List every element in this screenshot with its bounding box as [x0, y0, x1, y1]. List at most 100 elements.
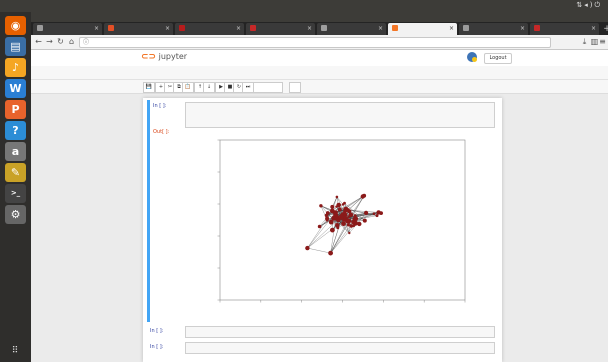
terminal-icon[interactable]: >_ [5, 184, 26, 203]
jupyter-header: ⊂⊃ jupyter Logout [31, 50, 608, 66]
favicon-icon [392, 25, 398, 31]
graph-node [360, 194, 365, 199]
system-tray[interactable]: ⇅◂)⏻ [576, 1, 602, 10]
graph-node [351, 221, 355, 224]
graph-node [328, 250, 333, 256]
favicon-icon [179, 25, 185, 31]
graph-node [343, 201, 346, 205]
graph-node [330, 204, 335, 209]
menu-bar [31, 66, 608, 80]
volume-icon: ◂) [584, 1, 595, 9]
graph-node [349, 214, 352, 217]
fast-forward-icon[interactable]: ⏭ [242, 82, 254, 93]
graph-node [325, 216, 330, 221]
browser-tab[interactable]: × [317, 23, 386, 35]
graph-node [348, 231, 351, 235]
graph-node [357, 221, 362, 227]
close-icon[interactable]: × [94, 23, 99, 35]
code-editor[interactable] [185, 326, 495, 338]
home-icon[interactable]: ⌂ [66, 36, 77, 48]
amazon-icon[interactable]: a [5, 142, 26, 161]
close-icon[interactable]: × [307, 23, 312, 35]
impress-icon[interactable]: P [5, 100, 26, 119]
save-icon[interactable]: 💾 [143, 82, 155, 93]
graph-node [362, 218, 367, 223]
jupyter-page: ⊂⊃ jupyter Logout 💾 + ✂ ⧉ 📋 ↑ ↓ ▶ ■ ↻ ⏭ In [ ]: Ou… [31, 50, 608, 362]
close-icon[interactable]: × [378, 23, 383, 35]
close-icon[interactable]: × [449, 23, 454, 35]
cell-input-prompt: In [ ]: [150, 344, 164, 350]
url-bar[interactable]: ⓘ [79, 37, 551, 48]
cell-input-prompt: In [ ]: [150, 328, 164, 334]
navigation-bar: ← → ↻ ⌂ ⓘ ⤓ ▥ ≡ [31, 35, 608, 50]
writer-icon[interactable]: W [5, 79, 26, 98]
browser-tab[interactable]: × [104, 23, 173, 35]
text-editor-icon[interactable]: ✎ [5, 163, 26, 182]
help-icon[interactable]: ? [5, 121, 26, 140]
browser-tab[interactable]: × [459, 23, 528, 35]
graph-node [344, 209, 348, 213]
logout-button[interactable]: Logout [484, 53, 512, 64]
zoom-level[interactable] [555, 36, 575, 48]
power-icon: ⏻ [594, 1, 602, 9]
browser-tab[interactable]: × [246, 23, 315, 35]
graph-node [305, 245, 310, 251]
code-cell-selected[interactable]: In [ ]: Out[ ]: [147, 100, 500, 322]
favicon-icon [321, 25, 327, 31]
reload-icon[interactable]: ↻ [55, 36, 66, 48]
url-input[interactable] [80, 38, 532, 47]
paste-icon[interactable]: 📋 [182, 82, 194, 93]
rhythmbox-icon[interactable]: ♪ [5, 58, 26, 77]
forward-arrow-icon[interactable]: → [44, 36, 55, 48]
favicon-icon [108, 25, 114, 31]
keyboard-icon[interactable] [289, 82, 301, 93]
browser-tab[interactable]: × [530, 23, 599, 35]
graph-node [379, 211, 383, 215]
firefox-icon[interactable]: ◉ [5, 16, 26, 35]
browser-tab[interactable]: × [33, 23, 102, 35]
graph-node [344, 217, 350, 223]
graph-node [375, 214, 379, 218]
graph-node [317, 224, 322, 229]
favicon-icon [250, 25, 256, 31]
graph-node [338, 217, 342, 220]
close-icon[interactable]: × [591, 23, 596, 35]
jupyter-logo[interactable]: ⊂⊃ jupyter [141, 52, 187, 62]
menu-icon[interactable]: ≡ [597, 36, 608, 48]
move-down-icon[interactable]: ↓ [203, 82, 215, 93]
graph-node [337, 207, 342, 212]
notebook-container: In [ ]: Out[ ]: In [ ]: In [ ]: [143, 98, 502, 362]
graph-node [372, 212, 376, 215]
graph-node [333, 211, 337, 215]
system-top-bar: ⇅◂)⏻ [0, 0, 608, 12]
graph-node [319, 204, 323, 208]
info-icon: ⓘ [83, 39, 90, 46]
window-title [0, 12, 608, 22]
show-apps-icon[interactable]: ⠿ [8, 346, 22, 356]
network-graph-plot [217, 139, 466, 303]
notebook-toolbar: 💾 + ✂ ⧉ 📋 ↑ ↓ ▶ ■ ↻ ⏭ [31, 80, 608, 94]
python-logo-icon [467, 52, 477, 62]
code-cell-empty[interactable]: In [ ]: [150, 342, 497, 354]
browser-tab[interactable]: × [175, 23, 244, 35]
back-arrow-icon[interactable]: ← [33, 36, 44, 48]
graph-node [335, 223, 340, 228]
graph-node [353, 216, 359, 221]
favicon-icon [37, 25, 43, 31]
favicon-icon [534, 25, 540, 31]
new-tab-icon[interactable]: + [601, 23, 608, 35]
close-icon[interactable]: × [165, 23, 170, 35]
graph-node [336, 202, 341, 208]
settings-icon[interactable]: ⚙ [5, 205, 26, 224]
code-cell-empty[interactable]: In [ ]: [150, 326, 497, 338]
close-icon[interactable]: × [236, 23, 241, 35]
files-icon[interactable]: ▤ [5, 37, 26, 56]
tab-strip: × × × × × × × × + [31, 22, 608, 35]
favicon-icon [463, 25, 469, 31]
graph-node [352, 224, 356, 228]
graph-node [346, 223, 350, 227]
code-editor[interactable] [185, 342, 495, 354]
browser-tab[interactable]: × [388, 23, 457, 35]
graph-node [347, 215, 350, 219]
close-icon[interactable]: × [520, 23, 525, 35]
